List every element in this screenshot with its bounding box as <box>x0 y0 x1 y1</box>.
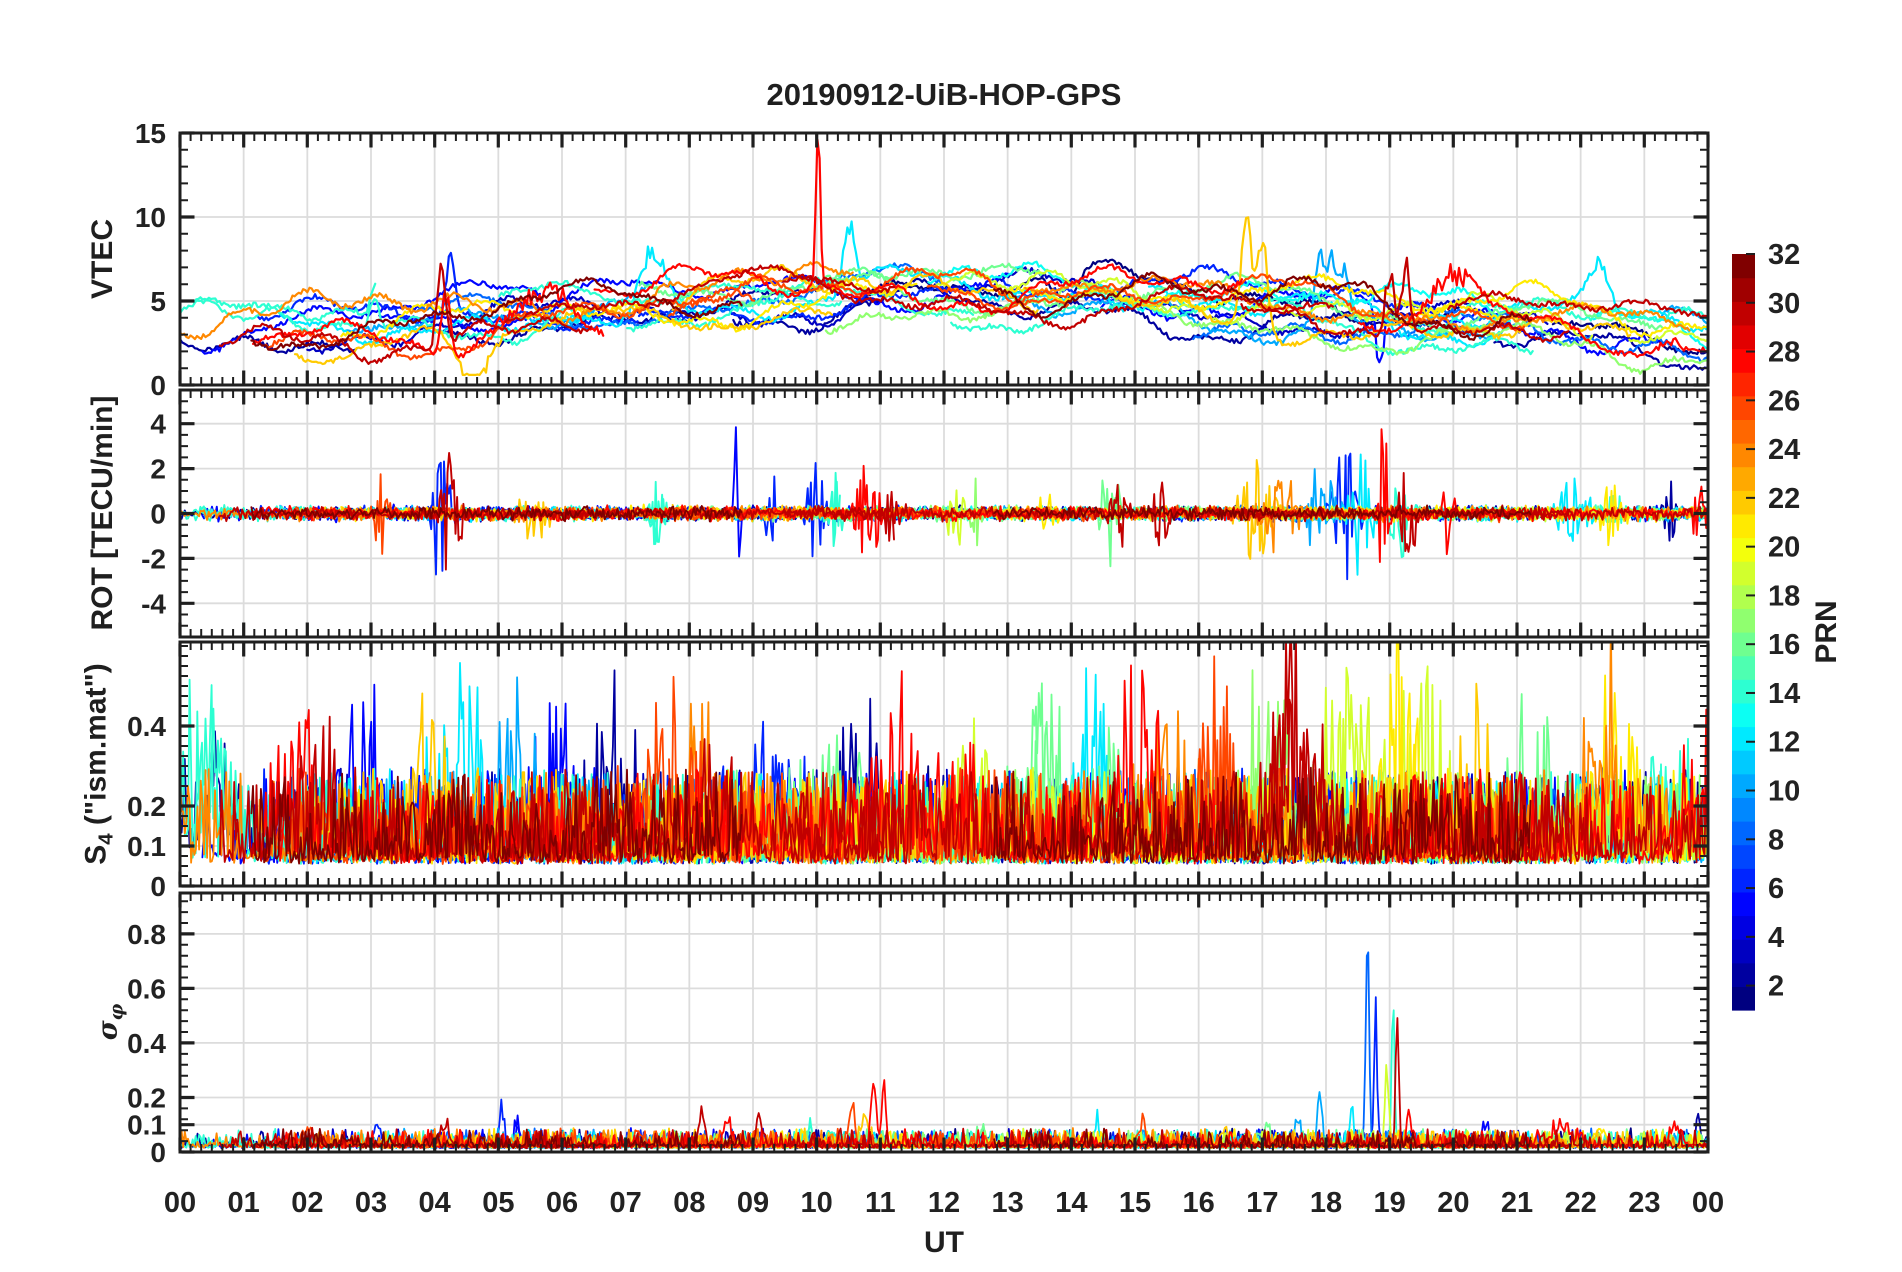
svg-text:12: 12 <box>928 1187 960 1219</box>
svg-text:-2: -2 <box>141 543 166 574</box>
ylabel-rot: ROT [TECU/min] <box>86 395 119 631</box>
svg-text:4: 4 <box>1768 922 1784 954</box>
svg-text:0.1: 0.1 <box>127 831 166 862</box>
ylabel-s4: S4 ("ism.mat") <box>80 663 119 865</box>
svg-text:14: 14 <box>1768 678 1800 710</box>
svg-text:0.6: 0.6 <box>127 973 166 1004</box>
svg-text:28: 28 <box>1768 337 1800 369</box>
s4-symbol: S <box>79 844 113 865</box>
svg-text:03: 03 <box>355 1187 387 1219</box>
svg-text:6: 6 <box>1768 873 1784 905</box>
xaxis-title: UT <box>924 1226 964 1259</box>
svg-text:10: 10 <box>801 1187 833 1219</box>
figure-root: 0 5 10 15 -4 -2 0 2 4 0 0.1 0.2 0.4 0 0.1 0.2 0.4 0.6 0.8 0… <box>0 0 1902 1272</box>
svg-text:5: 5 <box>150 286 166 317</box>
svg-text:0.2: 0.2 <box>127 1082 166 1113</box>
plot-canvas: 051015-4-202400.10.20.400.10.20.40.60.80… <box>127 118 1800 1219</box>
svg-text:14: 14 <box>1055 1187 1087 1219</box>
svg-text:22: 22 <box>1565 1187 1597 1219</box>
svg-text:06: 06 <box>546 1187 578 1219</box>
svg-text:2: 2 <box>150 454 166 485</box>
svg-text:17: 17 <box>1246 1187 1278 1219</box>
svg-text:05: 05 <box>482 1187 514 1219</box>
svg-text:0.8: 0.8 <box>127 919 166 950</box>
svg-text:0: 0 <box>150 499 166 530</box>
svg-text:32: 32 <box>1768 239 1800 271</box>
svg-text:22: 22 <box>1768 483 1800 515</box>
svg-text:0: 0 <box>150 370 166 401</box>
colorbar-title: PRN <box>1810 600 1843 664</box>
svg-text:15: 15 <box>135 118 166 149</box>
svg-text:16: 16 <box>1768 629 1800 661</box>
s4-subscript: 4 <box>95 833 118 845</box>
svg-text:02: 02 <box>291 1187 323 1219</box>
svg-text:21: 21 <box>1501 1187 1533 1219</box>
svg-text:07: 07 <box>610 1187 642 1219</box>
svg-text:20: 20 <box>1768 532 1800 564</box>
svg-text:0.4: 0.4 <box>127 1028 166 1059</box>
svg-text:16: 16 <box>1183 1187 1215 1219</box>
svg-text:10: 10 <box>135 202 166 233</box>
svg-text:08: 08 <box>673 1187 705 1219</box>
sigma-symbol: σ <box>92 1020 124 1041</box>
phi-subscript: φ <box>106 1003 128 1021</box>
svg-text:18: 18 <box>1310 1187 1342 1219</box>
chart-title: 20190912-UiB-HOP-GPS <box>766 77 1122 112</box>
svg-text:18: 18 <box>1768 580 1800 612</box>
svg-text:-4: -4 <box>141 588 166 619</box>
svg-text:20: 20 <box>1437 1187 1469 1219</box>
svg-text:00: 00 <box>164 1187 196 1219</box>
svg-text:4: 4 <box>150 409 166 440</box>
ylabel-sigma-phi: σφ <box>92 1004 127 1041</box>
svg-text:0.1: 0.1 <box>127 1110 166 1141</box>
s4-suffix: ("ism.mat") <box>79 663 113 834</box>
svg-text:0.2: 0.2 <box>127 791 166 822</box>
svg-text:12: 12 <box>1768 727 1800 759</box>
ylabel-vtec: VTEC <box>86 218 119 300</box>
svg-text:23: 23 <box>1628 1187 1660 1219</box>
svg-text:01: 01 <box>228 1187 260 1219</box>
xtick-labels: 00 01 02 03 04 05 06 07 08 09 10 11 12 13 14 15 16 17 18 19… <box>164 1187 1724 1219</box>
svg-text:04: 04 <box>419 1187 451 1219</box>
svg-text:00: 00 <box>1692 1187 1724 1219</box>
svg-text:10: 10 <box>1768 776 1800 808</box>
svg-text:2: 2 <box>1768 971 1784 1003</box>
svg-text:0: 0 <box>150 871 166 902</box>
svg-text:24: 24 <box>1768 434 1800 466</box>
svg-text:19: 19 <box>1374 1187 1406 1219</box>
svg-text:0.4: 0.4 <box>127 711 166 742</box>
svg-text:13: 13 <box>992 1187 1024 1219</box>
svg-text:09: 09 <box>737 1187 769 1219</box>
svg-text:11: 11 <box>865 1187 896 1219</box>
colorbar: 2468101214161820222426283032 <box>1732 239 1800 1011</box>
svg-text:8: 8 <box>1768 824 1784 856</box>
svg-text:0: 0 <box>150 1137 166 1168</box>
svg-text:30: 30 <box>1768 288 1800 320</box>
svg-text:26: 26 <box>1768 385 1800 417</box>
ytick-labels: 051015-4-202400.10.20.400.10.20.40.60.8 <box>127 118 166 1168</box>
svg-text:15: 15 <box>1119 1187 1151 1219</box>
